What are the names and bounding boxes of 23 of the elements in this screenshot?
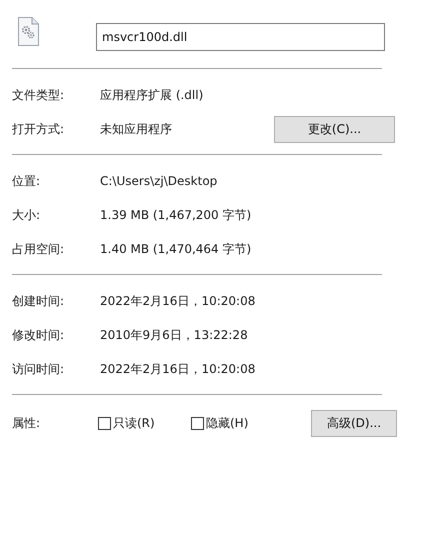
file-gear-icon bbox=[18, 17, 39, 46]
field-label: 访问时间: bbox=[12, 360, 66, 378]
field-label: 大小: bbox=[12, 206, 42, 224]
field-label: 文件类型: bbox=[12, 86, 66, 104]
advanced-button[interactable]: 高级(D)... bbox=[311, 410, 397, 436]
field-label: 打开方式: bbox=[12, 120, 66, 138]
field-value: 未知应用程序 bbox=[100, 120, 172, 138]
attribute-checkbox[interactable]: 隐藏(H) bbox=[191, 414, 248, 432]
field-label: 修改时间: bbox=[12, 326, 66, 344]
field-label: 属性: bbox=[12, 414, 42, 432]
field-label: 创建时间: bbox=[12, 292, 66, 310]
field-value: C:\Users\zj\Desktop bbox=[100, 174, 218, 188]
attribute-checkbox[interactable]: 只读(R) bbox=[98, 414, 173, 432]
field-label: 占用空间: bbox=[12, 240, 66, 258]
field-value: 2022年2月16日，10:20:08 bbox=[100, 360, 256, 378]
file-name-field[interactable]: msvcr100d.dll bbox=[96, 23, 385, 51]
field-value: 1.39 MB (1,467,200 字节) bbox=[100, 206, 252, 224]
field-value: 2022年2月16日，10:20:08 bbox=[100, 292, 256, 310]
field-value: 应用程序扩展 (.dll) bbox=[100, 86, 204, 104]
field-label: 位置: bbox=[12, 172, 42, 190]
field-value: 2010年9月6日，13:22:28 bbox=[100, 326, 248, 344]
change-button[interactable]: 更改(C)... bbox=[274, 116, 395, 142]
field-value: 1.40 MB (1,470,464 字节) bbox=[100, 240, 252, 258]
